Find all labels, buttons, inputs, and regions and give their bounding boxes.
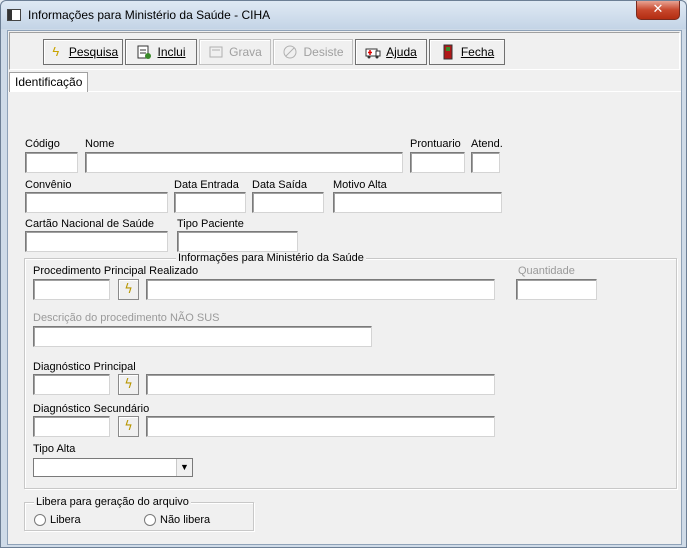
- lightning-icon: ϟ: [124, 377, 133, 392]
- fecha-label: Fecha: [460, 45, 495, 59]
- app-icon: [7, 9, 21, 21]
- nao-libera-radio-label[interactable]: Não libera: [160, 514, 210, 526]
- lightning-icon: ϟ: [124, 282, 133, 297]
- fecha-button[interactable]: Fecha: [429, 39, 505, 65]
- codigo-label: Código: [25, 138, 60, 150]
- quantidade-label: Quantidade: [518, 265, 575, 277]
- pesquisa-label: Pesquisa: [68, 45, 119, 59]
- desiste-button[interactable]: Desiste: [273, 39, 353, 65]
- identificacao-panel: Código Nome Prontuario Atend. Convênio D…: [8, 91, 681, 544]
- diag-secundario-lookup-button[interactable]: ϟ: [118, 416, 139, 437]
- ministerio-group-title: Informações para Ministério da Saúde: [176, 252, 366, 264]
- diag-principal-code-field[interactable]: [33, 374, 110, 395]
- pesquisa-button[interactable]: ϟ Pesquisa: [43, 39, 123, 65]
- tab-identificacao[interactable]: Identificação: [9, 72, 89, 92]
- nao-libera-radio[interactable]: [144, 514, 156, 526]
- procedimento-code-field[interactable]: [33, 279, 110, 300]
- libera-group-title: Libera para geração do arquivo: [34, 496, 191, 508]
- save-icon: [208, 44, 224, 60]
- cartao-nacional-field[interactable]: [25, 231, 168, 252]
- descricao-nao-sus-label: Descrição do procedimento NÃO SUS: [33, 312, 220, 324]
- libera-radio-label[interactable]: Libera: [50, 514, 81, 526]
- diag-secundario-description-field[interactable]: [146, 416, 495, 437]
- prontuario-field[interactable]: [410, 152, 465, 173]
- prontuario-label: Prontuario: [410, 138, 461, 150]
- codigo-field[interactable]: [25, 152, 78, 173]
- tipo-paciente-field[interactable]: [177, 231, 298, 252]
- tipo-alta-select[interactable]: ▼: [33, 458, 193, 477]
- procedimento-label: Procedimento Principal Realizado: [33, 265, 199, 277]
- motivo-alta-field[interactable]: [333, 192, 502, 213]
- title-bar[interactable]: Informações para Ministério da Saúde - C…: [1, 1, 686, 29]
- diag-secundario-code-field[interactable]: [33, 416, 110, 437]
- atend-label: Atend.: [471, 138, 503, 150]
- main-window: Informações para Ministério da Saúde - C…: [0, 0, 687, 548]
- client-area: ϟ Pesquisa Inclui Grava Desiste Ajuda Fe…: [7, 30, 682, 545]
- ambulance-icon: [365, 44, 381, 60]
- procedimento-description-field[interactable]: [146, 279, 495, 300]
- close-button[interactable]: ✕: [636, 1, 680, 20]
- grava-button[interactable]: Grava: [199, 39, 271, 65]
- inclui-label: Inclui: [157, 45, 186, 59]
- libera-radio[interactable]: [34, 514, 46, 526]
- cartao-nacional-label: Cartão Nacional de Saúde: [25, 218, 155, 230]
- atend-field[interactable]: [471, 152, 500, 173]
- desiste-label: Desiste: [303, 45, 344, 59]
- toolbar: ϟ Pesquisa Inclui Grava Desiste Ajuda Fe…: [9, 32, 680, 70]
- grava-label: Grava: [229, 45, 262, 59]
- diag-secundario-label: Diagnóstico Secundário: [33, 403, 150, 415]
- diag-principal-label: Diagnóstico Principal: [33, 361, 136, 373]
- motivo-alta-label: Motivo Alta: [333, 179, 387, 191]
- chevron-down-icon[interactable]: ▼: [176, 459, 192, 476]
- procedimento-lookup-button[interactable]: ϟ: [118, 279, 139, 300]
- exit-door-icon: [440, 44, 456, 60]
- nome-field[interactable]: [85, 152, 403, 173]
- data-saida-field[interactable]: [252, 192, 324, 213]
- cancel-icon: [282, 44, 298, 60]
- data-entrada-label: Data Entrada: [174, 179, 239, 191]
- nome-label: Nome: [85, 138, 115, 150]
- convenio-label: Convênio: [25, 179, 72, 191]
- window-title: Informações para Ministério da Saúde - C…: [28, 8, 271, 22]
- quantidade-field[interactable]: [516, 279, 597, 300]
- data-entrada-field[interactable]: [174, 192, 246, 213]
- lightning-icon: ϟ: [52, 44, 60, 59]
- descricao-nao-sus-field[interactable]: [33, 326, 372, 347]
- ajuda-button[interactable]: Ajuda: [355, 39, 427, 65]
- ajuda-label: Ajuda: [386, 45, 417, 59]
- tipo-paciente-label: Tipo Paciente: [177, 218, 244, 230]
- lightning-icon: ϟ: [124, 419, 133, 434]
- convenio-field[interactable]: [25, 192, 168, 213]
- inclui-button[interactable]: Inclui: [125, 39, 197, 65]
- data-saida-label: Data Saída: [252, 179, 308, 191]
- tipo-alta-label: Tipo Alta: [33, 443, 76, 455]
- diag-principal-description-field[interactable]: [146, 374, 495, 395]
- add-document-icon: [136, 44, 152, 60]
- diag-principal-lookup-button[interactable]: ϟ: [118, 374, 139, 395]
